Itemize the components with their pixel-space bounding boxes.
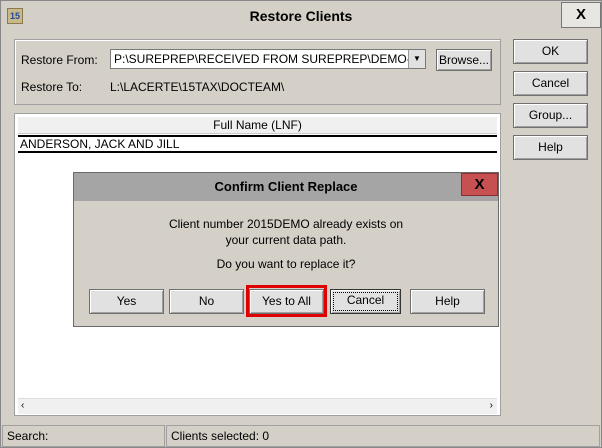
yes-button[interactable]: Yes [89,289,164,314]
restore-to-value: L:\LACERTE\15TAX\DOCTEAM\ [110,80,285,94]
ok-button[interactable]: OK [513,39,588,64]
restore-from-value: P:\SUREPREP\RECEIVED FROM SUREPREP\DEMO-… [114,52,426,66]
dialog-message-line1: Client number 2015DEMO already exists on [168,217,404,231]
group-button[interactable]: Group... [513,103,588,128]
dialog-message-line2: your current data path. [225,233,347,247]
horizontal-scrollbar[interactable]: ‹ › [18,398,497,414]
scroll-left-icon[interactable]: ‹ [21,400,24,411]
dialog-close-button[interactable]: X [461,173,498,196]
highlight-box [246,285,327,317]
window-close-button[interactable]: X [561,2,601,28]
column-header-full-name[interactable]: Full Name (LNF) [18,117,497,134]
table-row[interactable]: ANDERSON, JACK AND JILL [18,135,497,153]
dropdown-arrow-icon[interactable]: ▼ [408,50,425,68]
search-status: Search: [2,425,165,447]
scroll-right-icon[interactable]: › [490,400,493,411]
dialog-cancel-button[interactable]: Cancel [330,289,401,314]
restore-from-combo[interactable]: P:\SUREPREP\RECEIVED FROM SUREPREP\DEMO-… [110,49,426,69]
cancel-button[interactable]: Cancel [513,71,588,96]
no-button[interactable]: No [169,289,244,314]
restore-to-label: Restore To: [21,80,83,94]
dialog-help-button[interactable]: Help [410,289,485,314]
clients-selected-status: Clients selected: 0 [166,425,600,447]
dialog-question: Do you want to replace it? [216,257,356,271]
restore-from-label: Restore From: [21,53,98,67]
lacerte-app-icon: 15 [7,8,23,24]
browse-button[interactable]: Browse... [436,49,492,71]
help-button[interactable]: Help [513,135,588,160]
dialog-title: Confirm Client Replace [74,173,498,201]
window-title: Restore Clients [1,1,601,31]
confirm-client-replace-dialog: Confirm Client Replace X Client number 2… [73,172,499,327]
